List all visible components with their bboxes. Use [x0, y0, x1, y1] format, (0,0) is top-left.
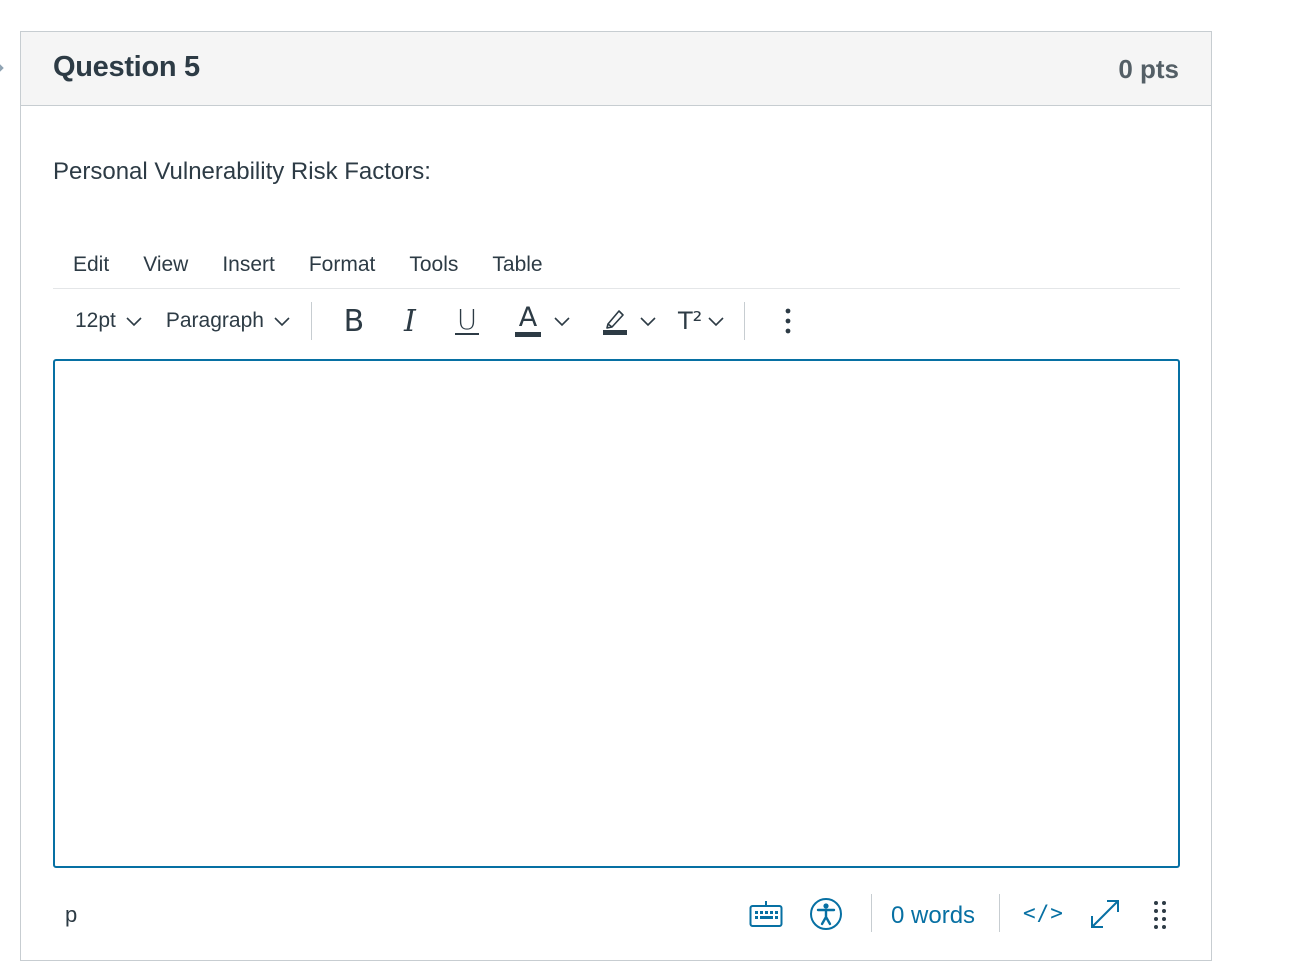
underline-button[interactable]: U — [454, 303, 480, 336]
menu-format[interactable]: Format — [289, 242, 388, 288]
italic-icon: I — [404, 303, 416, 339]
text-color-icon: A — [518, 301, 538, 333]
editor-toolbar: 12pt Paragraph B I U A T² — [53, 300, 1180, 342]
underline-bar — [454, 333, 479, 335]
chevron-down-icon[interactable] — [706, 314, 726, 328]
chevron-down-icon[interactable] — [638, 314, 658, 328]
chevron-down-icon — [274, 317, 290, 327]
element-path[interactable]: p — [65, 902, 77, 928]
question-header: Question 5 0 pts — [21, 32, 1211, 106]
bold-icon: B — [343, 303, 365, 339]
superscript-icon: T² — [677, 307, 703, 335]
toolbar-divider — [744, 302, 746, 340]
menu-insert[interactable]: Insert — [202, 242, 287, 288]
highlight-color-button[interactable] — [602, 306, 628, 336]
fullscreen-icon[interactable] — [1087, 896, 1123, 932]
underline-icon: U — [456, 303, 478, 336]
flag-question-icon[interactable] — [0, 58, 6, 78]
accessibility-icon[interactable] — [809, 897, 843, 931]
statusbar-divider — [999, 894, 1000, 932]
menu-tools[interactable]: Tools — [389, 242, 470, 288]
question-text: Personal Vulnerability Risk Factors: — [53, 158, 431, 185]
question-points: 0 pts — [1118, 54, 1179, 84]
text-color-button[interactable]: A — [514, 301, 542, 337]
more-vertical-icon — [785, 308, 791, 334]
menu-edit[interactable]: Edit — [53, 242, 121, 288]
chevron-down-icon[interactable] — [552, 314, 572, 328]
keyboard-icon[interactable] — [749, 900, 783, 928]
statusbar-divider — [871, 894, 872, 932]
menu-view[interactable]: View — [123, 242, 200, 288]
toolbar-divider — [310, 302, 312, 340]
question-title: Question 5 — [53, 51, 200, 83]
html-editor-toggle[interactable]: </> — [1023, 901, 1064, 925]
editor-menubar: Edit View Insert Format Tools Table — [53, 242, 1180, 289]
bold-button[interactable]: B — [342, 304, 366, 339]
rich-content-editor[interactable] — [53, 359, 1180, 868]
editor-statusbar: p 0 words </> — [53, 890, 1180, 940]
resize-handle-icon[interactable] — [1153, 900, 1167, 930]
block-format-select[interactable]: Paragraph — [166, 309, 292, 333]
italic-button[interactable]: I — [400, 304, 420, 339]
highlighter-icon — [602, 310, 627, 335]
more-toolbar-button[interactable] — [783, 308, 793, 334]
chevron-down-icon — [126, 317, 142, 327]
question-card: Question 5 0 pts Personal Vulnerability … — [20, 31, 1212, 961]
block-format-value: Paragraph — [165, 309, 264, 332]
word-count[interactable]: 0 words — [891, 902, 975, 930]
text-color-bar — [514, 331, 541, 337]
menu-table[interactable]: Table — [472, 242, 554, 288]
superscript-button[interactable]: T² — [678, 307, 702, 335]
font-size-value: 12pt — [75, 309, 116, 332]
font-size-select[interactable]: 12pt — [75, 309, 144, 333]
